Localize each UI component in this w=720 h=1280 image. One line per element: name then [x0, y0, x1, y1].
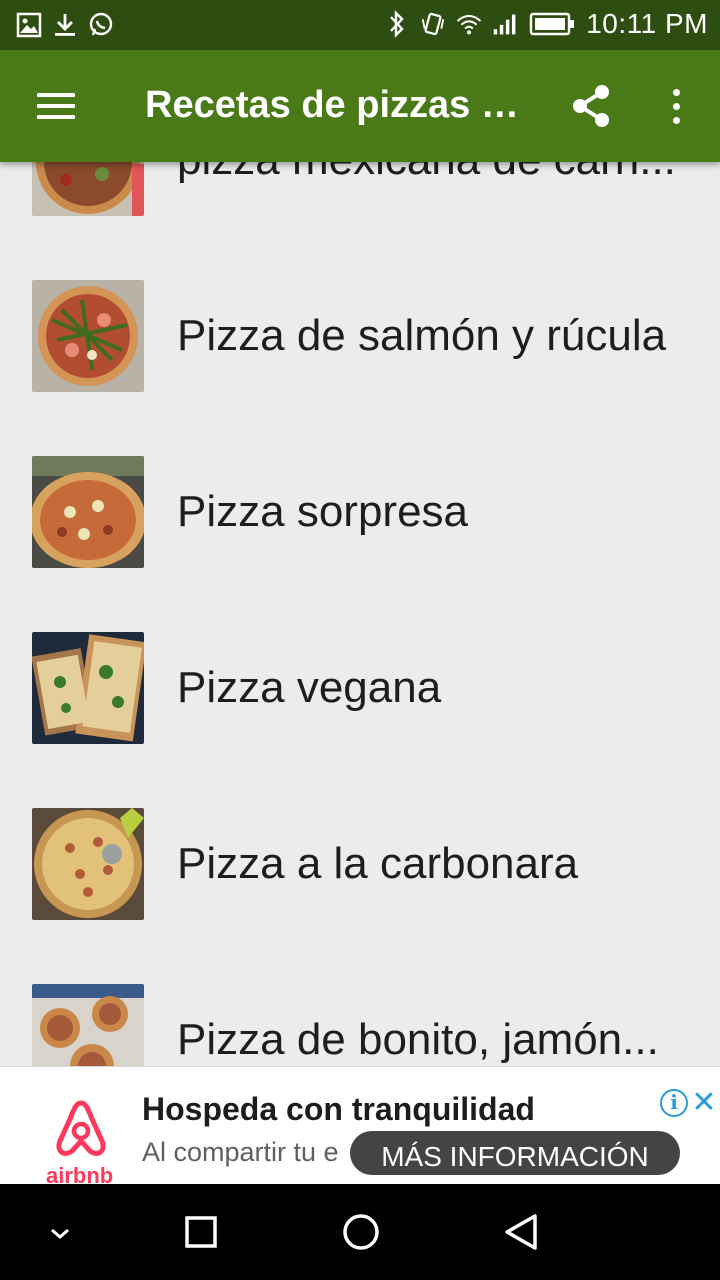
list-item[interactable]: Pizza vegana [0, 578, 720, 754]
bluetooth-icon [384, 9, 410, 39]
signal-icon [492, 9, 518, 39]
chevron-down-icon[interactable] [30, 1208, 90, 1258]
list-item[interactable]: Pizza de bonito, jamón... [0, 930, 720, 1066]
ad-cta-button[interactable]: MÁS INFORMACIÓN [350, 1131, 680, 1175]
share-icon[interactable] [568, 80, 616, 132]
gallery-icon [16, 10, 42, 40]
pizza-thumbnail [32, 162, 144, 216]
recents-icon[interactable] [171, 1208, 231, 1258]
ad-subtitle: Al compartir tu e [142, 1137, 339, 1167]
list-item[interactable]: Pizza a la carbonara [0, 754, 720, 930]
list-item-label: pizza mexicana de carn... [177, 162, 697, 186]
back-icon[interactable] [491, 1208, 551, 1258]
ad-brand-label: airbnb [46, 1163, 114, 1184]
recipe-list[interactable]: pizza mexicana de carn... Pizza de salmó… [0, 162, 720, 1066]
ad-info-icon[interactable]: i [660, 1089, 688, 1117]
vibrate-icon [420, 9, 446, 39]
list-item-label: Pizza a la carbonara [177, 839, 579, 888]
battery-icon [528, 9, 576, 39]
menu-icon[interactable] [26, 80, 86, 132]
pizza-thumbnail [32, 984, 144, 1066]
list-item-label: Pizza de bonito, jamón... [177, 1015, 659, 1064]
pizza-thumbnail [32, 808, 144, 920]
list-item-label: Pizza sorpresa [177, 487, 469, 536]
home-icon[interactable] [331, 1208, 391, 1258]
whatsapp-icon [88, 10, 114, 40]
ad-banner[interactable]: airbnb Hospeda con tranquilidad Al compa… [0, 1066, 720, 1184]
ad-close-icon[interactable]: ✕ [690, 1087, 718, 1119]
app-bar: Recetas de pizzas f... [0, 50, 720, 162]
ad-title: Hospeda con tranquilidad [142, 1091, 535, 1127]
navigation-bar [0, 1184, 720, 1280]
list-item-label: Pizza de salmón y rúcula [177, 311, 667, 360]
list-item-label: Pizza vegana [177, 663, 442, 712]
clock: 10:11 PM [586, 8, 708, 39]
list-item[interactable]: pizza mexicana de carn... [0, 162, 720, 226]
page-title: Recetas de pizzas f... [145, 84, 525, 126]
notification-icons [16, 10, 114, 40]
list-item[interactable]: Pizza de salmón y rúcula [0, 226, 720, 402]
pizza-thumbnail [32, 456, 144, 568]
wifi-icon [456, 9, 482, 39]
more-vert-icon[interactable] [656, 80, 696, 132]
download-icon [52, 10, 78, 40]
pizza-thumbnail [32, 280, 144, 392]
status-bar: 10:11 PM [0, 0, 720, 50]
list-item[interactable]: Pizza sorpresa [0, 402, 720, 578]
pizza-thumbnail [32, 632, 144, 744]
